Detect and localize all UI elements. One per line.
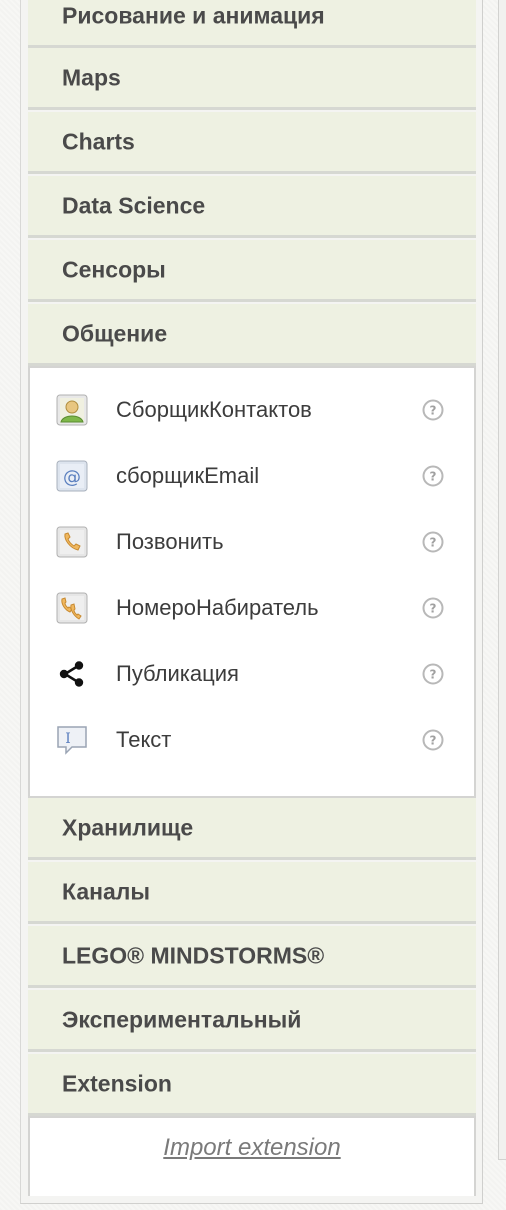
svg-text:?: ? xyxy=(430,734,437,748)
viewer-frame-edge xyxy=(498,0,506,1160)
svg-text:?: ? xyxy=(430,668,437,682)
category-sensors[interactable]: Сенсоры xyxy=(28,240,476,302)
category-label: Каналы xyxy=(62,878,151,904)
category-label: Charts xyxy=(62,128,135,154)
component-label: Позвонить xyxy=(116,529,224,554)
category-drawing-animation[interactable]: Рисование и анимация xyxy=(28,0,476,48)
contact-picker-icon xyxy=(56,394,88,426)
component-label: сборщикEmail xyxy=(116,463,260,488)
phone-call-icon xyxy=(56,526,88,558)
category-experimental[interactable]: Экспериментальный xyxy=(28,990,476,1052)
import-extension-link[interactable]: Import extension xyxy=(30,1134,474,1162)
category-label: Сенсоры xyxy=(62,256,166,282)
help-icon[interactable]: ? xyxy=(422,597,444,619)
help-icon[interactable]: ? xyxy=(422,399,444,421)
svg-text:?: ? xyxy=(430,470,437,484)
category-label: Рисование и анимация xyxy=(62,2,325,28)
component-texting[interactable]: I Текст ? xyxy=(30,714,474,766)
component-phone-number-picker[interactable]: НомероНабиратель ? xyxy=(30,582,474,634)
component-label: Текст xyxy=(116,727,172,752)
phone-number-picker-icon xyxy=(56,592,88,624)
component-email-picker[interactable]: @ сборщикEmail ? xyxy=(30,450,474,502)
help-icon[interactable]: ? xyxy=(422,663,444,685)
category-label: Extension xyxy=(62,1070,172,1096)
help-icon[interactable]: ? xyxy=(422,465,444,487)
svg-text:?: ? xyxy=(430,536,437,550)
category-storage[interactable]: Хранилище xyxy=(28,798,476,860)
category-maps[interactable]: Maps xyxy=(28,48,476,110)
component-contact-picker[interactable]: СборщикКонтактов ? xyxy=(30,384,474,436)
social-components-drawer: СборщикКонтактов ? @ сборщикEmail ? Позв… xyxy=(28,366,476,798)
category-social[interactable]: Общение xyxy=(28,304,476,366)
category-charts[interactable]: Charts xyxy=(28,112,476,174)
share-icon xyxy=(56,658,88,690)
category-label: Maps xyxy=(62,64,121,90)
category-data-science[interactable]: Data Science xyxy=(28,176,476,238)
category-label: Общение xyxy=(62,320,168,346)
svg-text:@: @ xyxy=(63,467,81,488)
svg-text:I: I xyxy=(65,731,71,747)
category-lego-mindstorms[interactable]: LEGO® MINDSTORMS® xyxy=(28,926,476,988)
component-label: Публикация xyxy=(116,661,239,686)
component-label: НомероНабиратель xyxy=(116,595,319,620)
svg-text:?: ? xyxy=(430,602,437,616)
help-icon[interactable]: ? xyxy=(422,531,444,553)
category-label: LEGO® MINDSTORMS® xyxy=(62,942,325,968)
help-icon[interactable]: ? xyxy=(422,729,444,751)
component-phone-call[interactable]: Позвонить ? xyxy=(30,516,474,568)
component-label: СборщикКонтактов xyxy=(116,397,312,422)
category-label: Экспериментальный xyxy=(62,1006,302,1032)
email-picker-icon: @ xyxy=(56,460,88,492)
category-connectivity[interactable]: Каналы xyxy=(28,862,476,924)
category-label: Data Science xyxy=(62,192,206,218)
extension-drawer: Import extension xyxy=(28,1116,476,1196)
svg-text:?: ? xyxy=(430,404,437,418)
category-extension[interactable]: Extension xyxy=(28,1054,476,1116)
component-sharing[interactable]: Публикация ? xyxy=(30,648,474,700)
category-label: Хранилище xyxy=(62,814,194,840)
texting-icon: I xyxy=(56,724,88,756)
